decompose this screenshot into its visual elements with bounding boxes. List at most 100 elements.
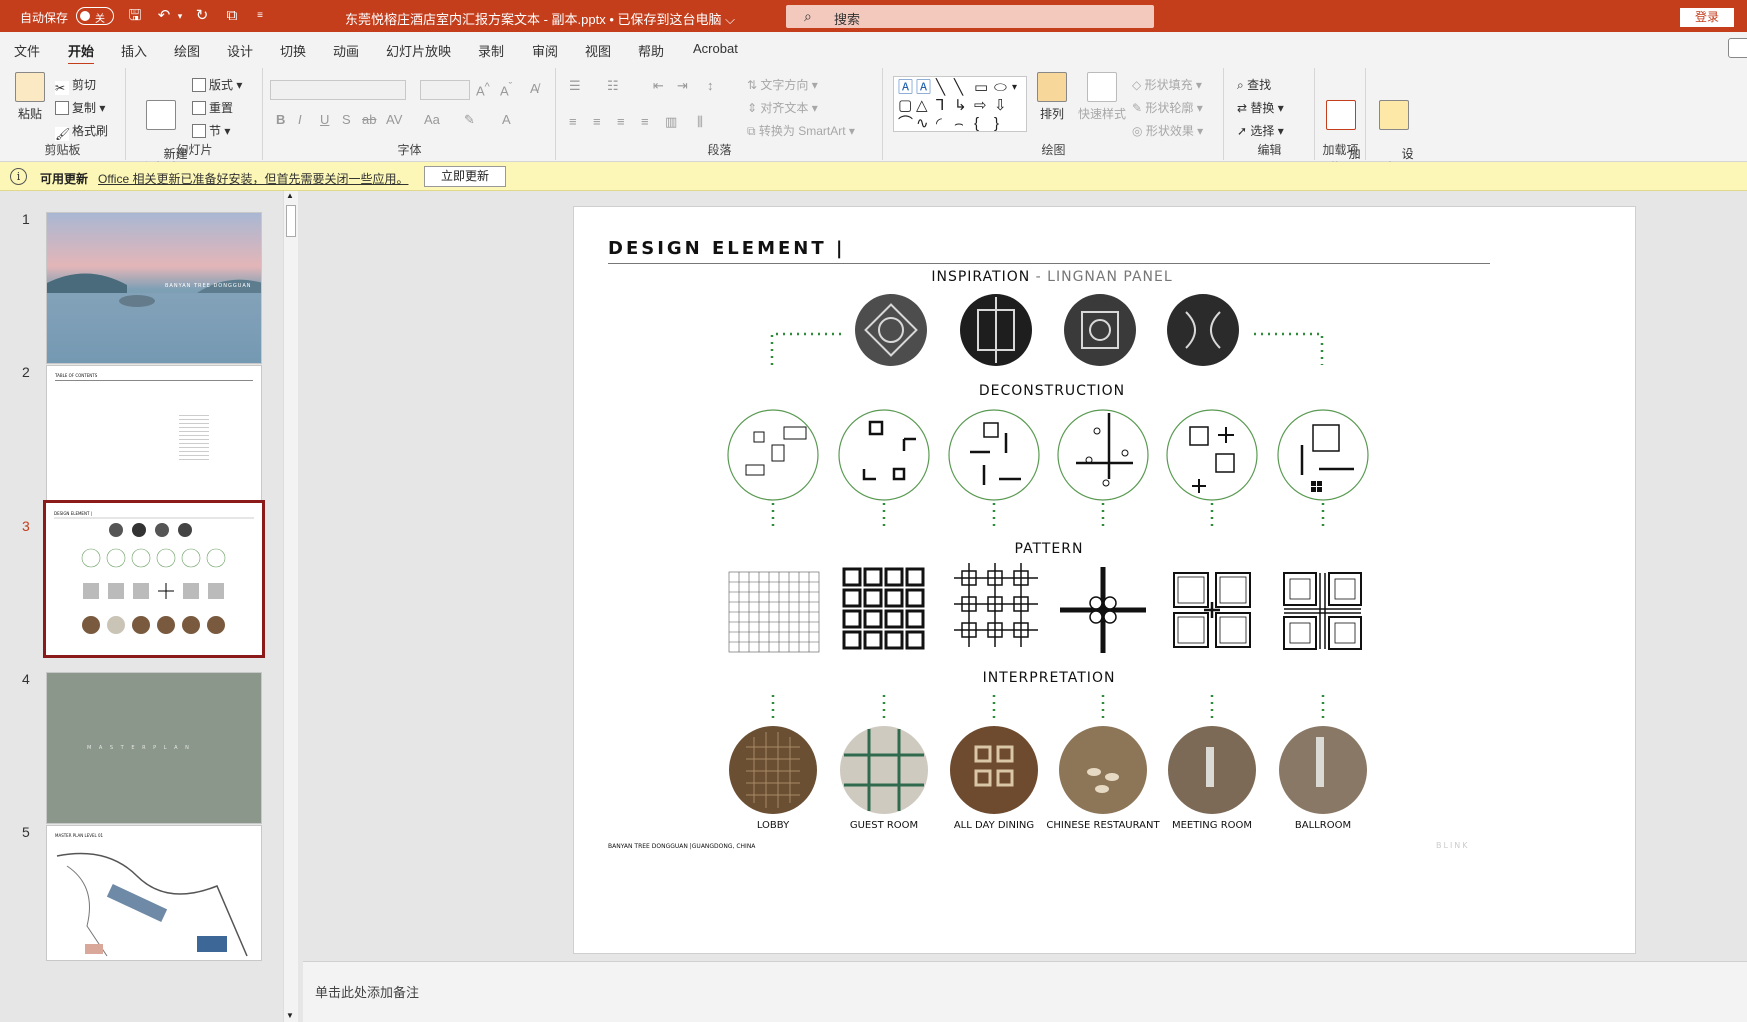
current-slide[interactable]: DESIGN ELEMENT | INSPIRATION - LINGNAN P… bbox=[573, 206, 1636, 954]
columns-icon[interactable]: ⫼ bbox=[697, 114, 703, 130]
bold-icon[interactable]: B bbox=[276, 112, 285, 127]
customize-toolbar-icon[interactable]: ≡ bbox=[252, 8, 268, 24]
scroll-down-icon[interactable]: ▼ bbox=[286, 1011, 294, 1020]
notification-message[interactable]: Office 相关更新已准备好安装，但首先需要关闭一些应用。 bbox=[98, 170, 408, 187]
thumbnails-scrollbar[interactable]: ▲ ▼ bbox=[283, 191, 298, 1022]
increase-indent-icon[interactable]: ⇥ bbox=[677, 78, 688, 94]
rounded-rect-shape-icon[interactable]: ▢ bbox=[898, 97, 912, 115]
shadow-icon[interactable]: S bbox=[342, 112, 351, 127]
tab-insert[interactable]: 插入 bbox=[121, 41, 147, 60]
tab-animations[interactable]: 动画 bbox=[333, 41, 359, 60]
decrease-indent-icon[interactable]: ⇤ bbox=[653, 78, 664, 94]
slide-thumbnail-5[interactable]: MASTER PLAN LEVEL 01 bbox=[46, 825, 262, 961]
smartart-button[interactable]: ⧉ 转换为 SmartArt ▾ bbox=[747, 122, 855, 139]
vertical-textbox-shape-icon[interactable]: 🄰 bbox=[916, 79, 931, 97]
rectangle-shape-icon[interactable]: ▭ bbox=[974, 79, 988, 97]
elbow-connector-icon[interactable]: ⅂ bbox=[936, 97, 944, 115]
start-slideshow-icon[interactable]: ⧉ bbox=[224, 8, 240, 24]
textbox-shape-icon[interactable]: 🄰 bbox=[898, 79, 913, 97]
align-text-button[interactable]: ⇕ 对齐文本 ▾ bbox=[747, 99, 818, 116]
slide-thumbnail-1[interactable]: BANYAN TREE DONGGUAN bbox=[46, 212, 262, 364]
tab-view[interactable]: 视图 bbox=[585, 41, 611, 60]
tab-review[interactable]: 审阅 bbox=[532, 41, 558, 60]
notes-pane[interactable]: 单击此处添加备注 bbox=[303, 961, 1747, 1022]
shape-outline-button[interactable]: ✎ 形状轮廓 ▾ bbox=[1132, 99, 1203, 116]
find-button[interactable]: ⌕ 查找 bbox=[1237, 76, 1271, 93]
tab-help[interactable]: 帮助 bbox=[638, 41, 664, 60]
tab-file[interactable]: 文件 bbox=[14, 41, 40, 60]
strikethrough-icon[interactable]: ab bbox=[362, 112, 376, 127]
text-direction-button[interactable]: ⇅ 文字方向 ▾ bbox=[747, 76, 818, 93]
replace-button[interactable]: ⇄ 替换 ▾ bbox=[1237, 99, 1284, 116]
char-spacing-icon[interactable]: AV bbox=[386, 112, 402, 127]
tab-acrobat[interactable]: Acrobat bbox=[693, 41, 738, 56]
slide-thumbnail-2[interactable]: TABLE OF CONTENTS bbox=[46, 365, 262, 517]
brace-left-icon[interactable]: { bbox=[974, 115, 979, 133]
search-box[interactable]: ⌕ 搜索 bbox=[786, 5, 1154, 28]
font-color-icon[interactable]: A bbox=[502, 112, 511, 127]
highlight-icon[interactable]: ✎ bbox=[464, 112, 475, 128]
line-shape-icon[interactable]: ╲ bbox=[936, 79, 945, 97]
clear-format-icon[interactable]: A̸ bbox=[530, 81, 539, 96]
triangle-shape-icon[interactable]: △ bbox=[916, 97, 928, 115]
slide-thumbnail-3[interactable]: DESIGN ELEMENT | bbox=[43, 500, 265, 658]
change-case-icon[interactable]: Aa bbox=[424, 112, 440, 127]
save-icon[interactable]: 🖫 bbox=[127, 8, 143, 24]
tab-home[interactable]: 开始 bbox=[68, 41, 95, 66]
format-painter-button[interactable]: 🖌 格式刷 bbox=[55, 122, 108, 141]
font-size-combo[interactable] bbox=[420, 80, 470, 100]
tab-draw[interactable]: 绘图 bbox=[174, 41, 200, 60]
scrollbar-thumb[interactable] bbox=[286, 205, 296, 237]
select-button[interactable]: ➚ 选择 ▾ bbox=[1237, 122, 1284, 139]
tab-slideshow[interactable]: 幻灯片放映 bbox=[386, 41, 451, 60]
distribute-icon[interactable]: ▥ bbox=[665, 114, 677, 130]
update-now-button[interactable]: 立即更新 bbox=[424, 166, 506, 187]
brace-right-icon[interactable]: } bbox=[994, 115, 999, 133]
paste-button[interactable]: 粘贴 bbox=[12, 72, 48, 122]
shape-effects-button[interactable]: ◎ 形状效果 ▾ bbox=[1132, 122, 1203, 139]
cut-button[interactable]: ✂ 剪切 bbox=[55, 76, 96, 95]
arc-shape-icon[interactable]: ◜ bbox=[936, 115, 942, 133]
increase-font-icon[interactable]: A^ bbox=[476, 81, 490, 98]
undo-icon[interactable]: ↶ bbox=[156, 8, 172, 24]
undo-dropdown-icon[interactable]: ▾ bbox=[172, 8, 188, 24]
decrease-font-icon[interactable]: Aˇ bbox=[500, 81, 512, 98]
down-arrow-shape-icon[interactable]: ⇩ bbox=[994, 97, 1007, 115]
underline-icon[interactable]: U bbox=[320, 112, 329, 127]
arrange-button[interactable]: 排列 bbox=[1034, 72, 1070, 122]
redo-icon[interactable]: ↻ bbox=[194, 8, 210, 24]
section-button[interactable]: 节 ▾ bbox=[192, 122, 230, 139]
scribble-shape-icon[interactable]: ∿ bbox=[916, 115, 929, 133]
autosave-toggle[interactable]: 关 bbox=[76, 7, 114, 25]
line-spacing-icon[interactable]: ↕ bbox=[707, 78, 714, 93]
slide-thumbnail-4[interactable]: M A S T E R P L A N bbox=[46, 672, 262, 824]
gallery-more-icon[interactable]: ▾ bbox=[1012, 79, 1017, 97]
quick-styles-button[interactable]: 快速样式 bbox=[1074, 72, 1130, 122]
line2-shape-icon[interactable]: ╲ bbox=[954, 79, 963, 97]
curve-shape-icon[interactable]: ⌢ bbox=[954, 115, 964, 133]
tab-design[interactable]: 设计 bbox=[227, 41, 253, 60]
oval-shape-icon[interactable]: ⬭ bbox=[994, 79, 1007, 97]
justify-icon[interactable]: ≡ bbox=[641, 114, 649, 129]
copy-button[interactable]: 复制 ▾ bbox=[55, 99, 105, 116]
tab-transitions[interactable]: 切换 bbox=[280, 41, 306, 60]
align-center-icon[interactable]: ≡ bbox=[593, 114, 601, 129]
login-button[interactable]: 登录 bbox=[1680, 8, 1734, 27]
comments-icon[interactable] bbox=[1728, 38, 1747, 58]
tab-record[interactable]: 录制 bbox=[478, 41, 504, 60]
layout-button[interactable]: 版式 ▾ bbox=[192, 76, 242, 93]
numbering-icon[interactable]: ☷ bbox=[607, 78, 619, 94]
shape-fill-button[interactable]: ◇ 形状填充 ▾ bbox=[1132, 76, 1202, 93]
scroll-up-icon[interactable]: ▲ bbox=[286, 191, 294, 200]
right-arrow-shape-icon[interactable]: ⇨ bbox=[974, 97, 987, 115]
freeform-shape-icon[interactable]: ⌒ bbox=[898, 115, 913, 133]
font-family-combo[interactable] bbox=[270, 80, 406, 100]
shapes-gallery[interactable]: 🄰 🄰 ╲ ╲ ▭ ⬭ ▢ △ ⅂ ↳ ⇨ ⇩ ⌒ ∿ ◜ ⌢ { } ▾ bbox=[893, 76, 1027, 132]
italic-icon[interactable]: I bbox=[298, 112, 302, 127]
document-title[interactable]: 东莞悦榕庄酒店室内汇报方案文本 - 副本.pptx • 已保存到这台电脑 ⌵ bbox=[345, 9, 735, 28]
align-left-icon[interactable]: ≡ bbox=[569, 114, 577, 129]
elbow-arrow-icon[interactable]: ↳ bbox=[954, 97, 967, 115]
align-right-icon[interactable]: ≡ bbox=[617, 114, 625, 129]
reset-button[interactable]: 重置 bbox=[192, 99, 233, 116]
bullets-icon[interactable]: ☰ bbox=[569, 78, 581, 94]
